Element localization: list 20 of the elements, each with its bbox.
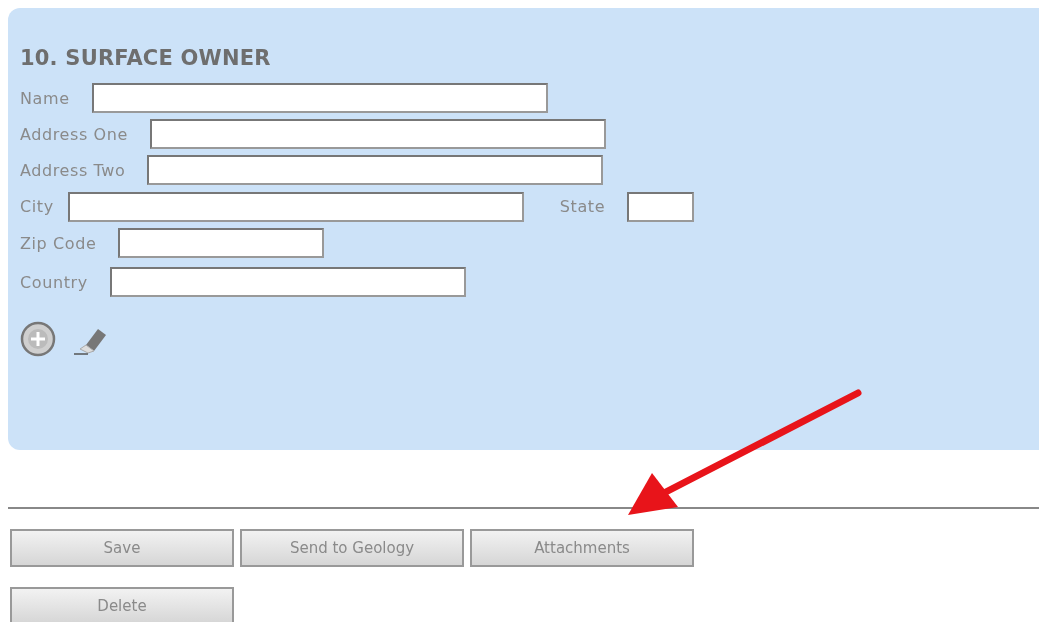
text-field[interactable] — [118, 228, 325, 258]
field-label: Country — [20, 272, 88, 292]
text-field[interactable] — [150, 119, 606, 149]
action-button[interactable]: Save — [10, 529, 234, 567]
field-label: State — [559, 197, 606, 216]
text-field[interactable] — [627, 191, 695, 222]
add-icon[interactable] — [20, 321, 56, 357]
field-label: City — [20, 197, 54, 216]
action-button[interactable]: Delete — [10, 587, 234, 622]
text-field[interactable] — [147, 155, 604, 185]
section-title: 10. SURFACE OWNER — [20, 45, 272, 72]
action-button[interactable]: Attachments — [470, 529, 694, 567]
field-label: Address Two — [20, 160, 126, 180]
field-label: Name — [20, 88, 70, 108]
text-field[interactable] — [67, 191, 524, 222]
field-label: Zip Code — [20, 233, 97, 253]
text-field[interactable] — [109, 267, 466, 297]
text-field[interactable] — [91, 83, 548, 113]
field-label: Address One — [20, 124, 128, 144]
action-button[interactable]: Send to Geology — [240, 529, 464, 567]
